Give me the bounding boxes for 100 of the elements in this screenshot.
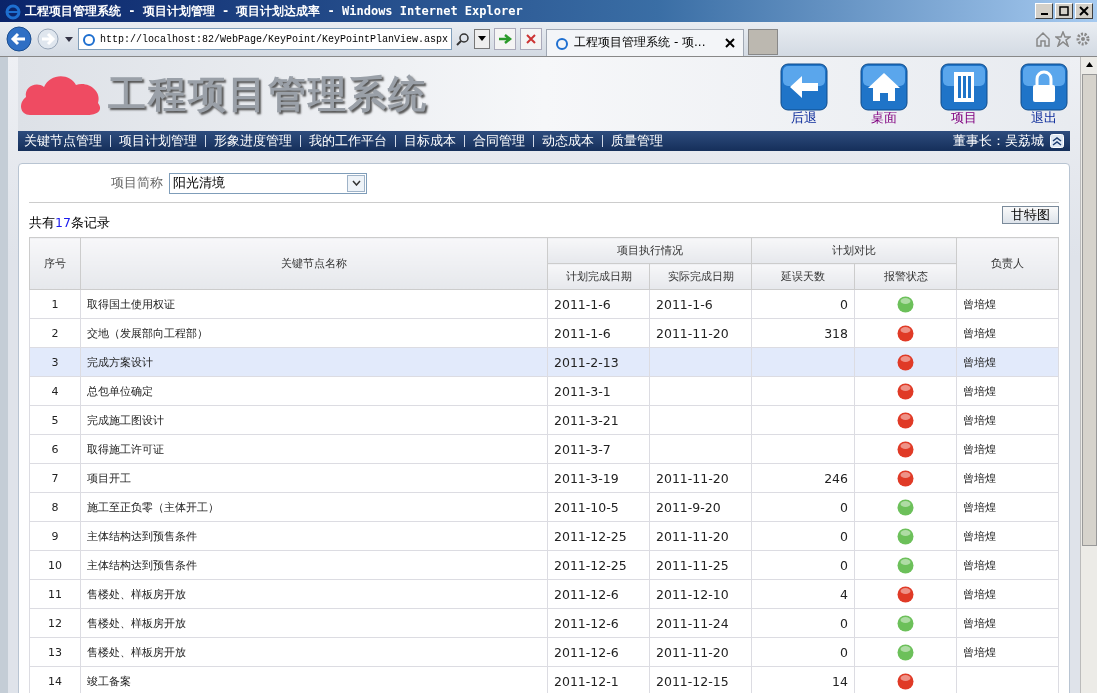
table-cell: 4	[751, 579, 855, 609]
minimize-button[interactable]	[1035, 3, 1053, 19]
stop-button[interactable]	[520, 28, 543, 50]
table-cell: 0	[751, 289, 855, 319]
table-cell: 2011-11-25	[649, 550, 752, 580]
address-dropdown-button[interactable]	[474, 29, 491, 49]
table-cell: 2011-1-6	[547, 289, 650, 319]
nav-link[interactable]: 合同管理	[473, 132, 525, 150]
shortcut-link[interactable]: 桌面	[860, 63, 908, 125]
column-group-header: 项目执行情况	[547, 237, 752, 264]
building-icon	[940, 63, 988, 111]
column-header: 负责人	[956, 237, 1059, 290]
table-cell: 6	[29, 434, 81, 464]
table-cell: 曾培煌	[963, 529, 996, 543]
maximize-icon	[1059, 6, 1069, 16]
maximize-button[interactable]	[1055, 3, 1073, 19]
close-button[interactable]	[1075, 3, 1093, 19]
table-cell: 0	[751, 550, 855, 580]
table-cell: 完成方案设计	[80, 347, 548, 377]
table-cell: 0	[751, 492, 855, 522]
collapse-icon[interactable]	[1050, 134, 1064, 148]
table-cell: 2011-12-10	[649, 579, 752, 609]
table-cell: 2011-3-19	[547, 463, 650, 493]
table-cell: 取得施工许可证	[80, 434, 548, 464]
table-cell: 9	[29, 521, 81, 551]
table-cell: 售楼处、样板房开放	[80, 579, 548, 609]
new-tab-button[interactable]	[748, 29, 779, 55]
scrollbar[interactable]	[1080, 57, 1097, 693]
shortcut-link[interactable]: 后退	[780, 63, 828, 125]
table-cell: 曾培煌	[963, 558, 996, 572]
search-icon[interactable]	[456, 32, 471, 46]
field-label: 项目简称	[111, 174, 163, 192]
table-cell: 2011-10-5	[547, 492, 650, 522]
project-select[interactable]: 阳光清境	[169, 172, 367, 194]
nav-link[interactable]: 项目计划管理	[119, 132, 197, 150]
record-count: 共有17条记录	[29, 214, 110, 232]
table-cell: 曾培煌	[963, 616, 996, 630]
table-cell: 曾培煌	[963, 471, 996, 485]
table-cell: 2011-12-25	[547, 550, 650, 580]
home-icon[interactable]	[1035, 31, 1051, 47]
nav-link[interactable]: 我的工作平台	[309, 132, 387, 150]
nav-link[interactable]: 形象进度管理	[214, 132, 292, 150]
arrow-left-icon	[780, 63, 828, 111]
table-cell: 318	[751, 318, 855, 348]
close-icon[interactable]	[725, 37, 736, 48]
padlock-icon	[1020, 63, 1068, 111]
user-role-name: 董事长：吴荔城	[953, 132, 1044, 150]
table-cell: 3	[29, 347, 81, 377]
nav-link[interactable]: 动态成本	[542, 132, 594, 150]
table-cell: 2	[29, 318, 81, 348]
table-cell: 2011-11-20	[649, 318, 752, 348]
logo-text: 工程项目管理系统	[108, 70, 428, 118]
back-button[interactable]	[6, 26, 32, 52]
page-icon	[82, 32, 96, 46]
table-cell: 2011-11-20	[649, 637, 752, 667]
page-icon	[555, 35, 570, 50]
scrollbar-thumb[interactable]	[1081, 74, 1097, 546]
column-header: 关键节点名称	[80, 237, 548, 290]
shortcut-link[interactable]: 退出	[1020, 63, 1068, 125]
table-cell: 2011-12-6	[547, 608, 650, 638]
table-cell: 2011-3-7	[547, 434, 650, 464]
caret-icon	[478, 36, 487, 42]
table-cell: 13	[29, 637, 81, 667]
table-cell: 11	[29, 579, 81, 609]
table-cell: 售楼处、样板房开放	[80, 608, 548, 638]
settings-icon[interactable]	[1075, 31, 1091, 47]
table-cell: 2011-11-20	[649, 521, 752, 551]
address-field[interactable]: http://localhost:82/WebPage/KeyPoint/KeyPointPlanView.aspx	[78, 28, 453, 50]
nav-link[interactable]: 质量管理	[611, 132, 663, 150]
house-icon	[860, 63, 908, 111]
table-cell: 12	[29, 608, 81, 638]
table-cell: 1	[29, 289, 81, 319]
column-header: 实际完成日期	[649, 263, 752, 290]
table-cell: 2011-1-6	[547, 318, 650, 348]
table-cell: 曾培煌	[963, 326, 996, 340]
gantt-chart-button[interactable]: 甘特图	[1002, 206, 1059, 224]
star-icon[interactable]	[1055, 31, 1071, 47]
table-cell: 2011-3-1	[547, 376, 650, 406]
caret-icon	[351, 180, 361, 186]
table-cell: 2011-11-20	[649, 463, 752, 493]
table-cell: 总包单位确定	[80, 376, 548, 406]
table-cell: 2011-11-24	[649, 608, 752, 638]
table-cell: 10	[29, 550, 81, 580]
dropdown-arrow-icon[interactable]	[64, 35, 74, 43]
column-group-header: 计划对比	[751, 237, 957, 264]
table-cell: 2011-12-25	[547, 521, 650, 551]
table-cell: 曾培煌	[963, 500, 996, 514]
table-cell: 曾培煌	[963, 413, 996, 427]
nav-link[interactable]: 关键节点管理	[24, 132, 102, 150]
close-icon	[1079, 6, 1089, 16]
nav-link[interactable]: 目标成本	[404, 132, 456, 150]
column-header: 计划完成日期	[547, 263, 650, 290]
window-title: 工程项目管理系统 - 项目计划管理 - 项目计划达成率 - Windows Internet Explorer	[25, 2, 523, 20]
minimize-icon	[1040, 13, 1048, 15]
table-cell: 2011-1-6	[649, 289, 752, 319]
table-cell: 售楼处、样板房开放	[80, 637, 548, 667]
browser-tab[interactable]: 工程项目管理系统 - 项...	[546, 28, 745, 56]
table-cell: 2011-12-6	[547, 579, 650, 609]
column-header: 延误天数	[751, 263, 855, 290]
shortcut-link[interactable]: 项目	[940, 63, 988, 125]
